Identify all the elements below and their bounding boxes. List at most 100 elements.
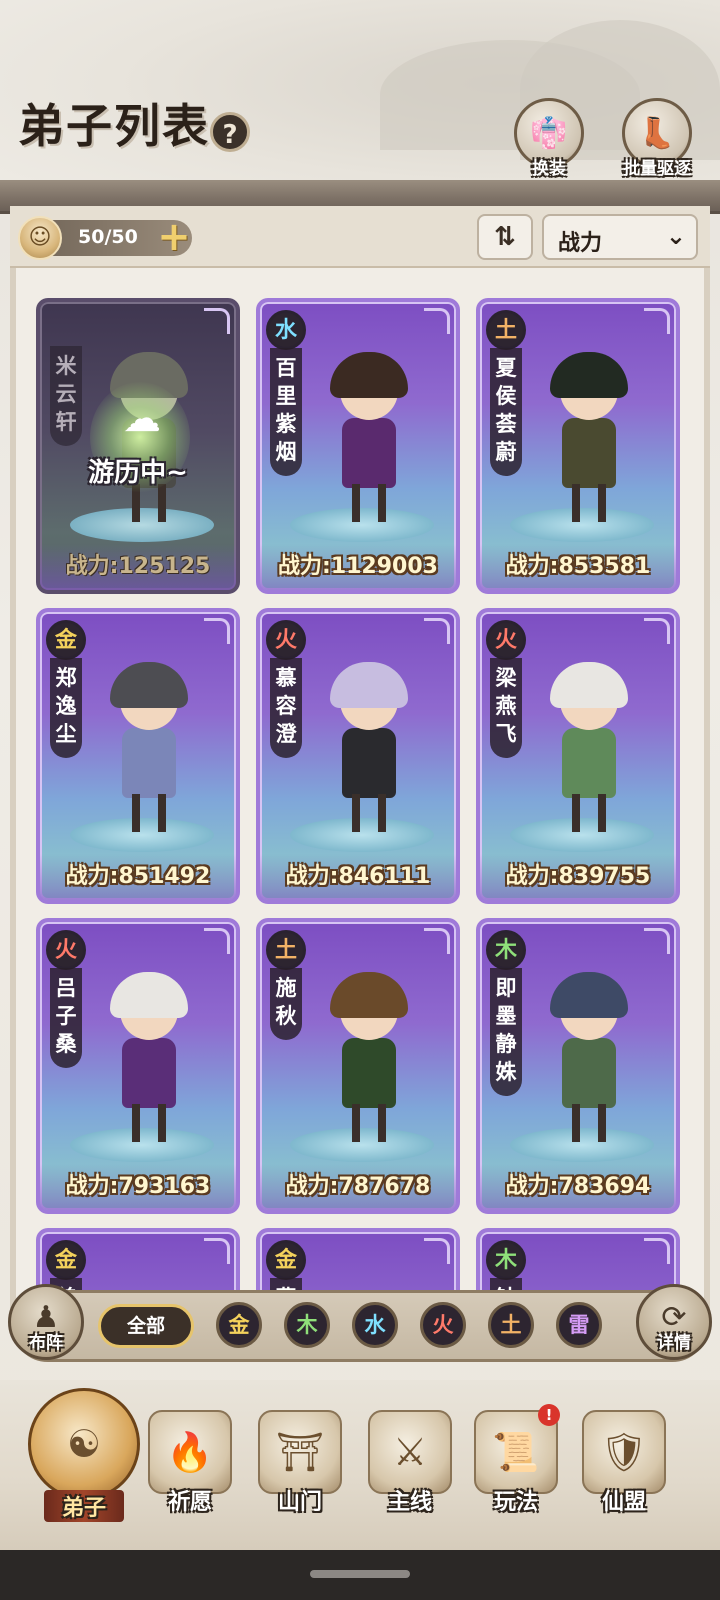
filter-wood-button[interactable]: 木: [284, 1302, 330, 1348]
nav-label: 仙盟: [601, 1490, 646, 1515]
disciple-card[interactable]: 木 即墨静姝 战力:783694: [476, 918, 680, 1214]
character-hair: [330, 662, 408, 708]
details-button[interactable]: ⟳ 详情: [636, 1284, 712, 1360]
disciple-card[interactable]: 土 施秋 战力:787678: [256, 918, 460, 1214]
card-corner-ornament: [424, 308, 450, 334]
power-value: 战力:846111: [285, 864, 431, 889]
character-portrait: [318, 352, 418, 522]
nav-disciple[interactable]: ☯ 弟子: [20, 1388, 148, 1522]
character-portrait: [318, 662, 418, 832]
card-corner-ornament: [424, 928, 450, 954]
details-label: 详情: [657, 1333, 691, 1353]
card-corner-ornament: [204, 618, 230, 644]
power-bar: 战力:853581: [480, 544, 676, 590]
card-corner-ornament: [644, 618, 670, 644]
nav-wish[interactable]: 🔥 祈愿: [140, 1410, 240, 1540]
disciple-name: 郑逸尘: [50, 658, 82, 758]
element-badge: 金: [266, 1240, 306, 1280]
nav-label: 玩法: [493, 1490, 538, 1515]
disciple-name: 梁燕飞: [490, 658, 522, 758]
home-indicator[interactable]: [310, 1570, 410, 1578]
add-capacity-plus-icon[interactable]: +: [156, 217, 192, 257]
disciple-avatar-icon: ☺: [18, 216, 62, 260]
element-badge: 土: [486, 310, 526, 350]
filter-fire-button[interactable]: 火: [420, 1302, 466, 1348]
change-outfit-button[interactable]: 👘 换装: [512, 98, 586, 179]
power-bar: 战力:839755: [480, 854, 676, 900]
nav-label: 山门: [277, 1490, 322, 1515]
character-hair: [550, 972, 628, 1018]
power-bar: 战力:1129003: [260, 544, 456, 590]
element-badge: 火: [486, 620, 526, 660]
power-bar: 战力:851492: [40, 854, 236, 900]
character-portrait: [318, 972, 418, 1142]
filter-earth-button[interactable]: 土: [488, 1302, 534, 1348]
card-corner-ornament: [644, 1238, 670, 1264]
character-legs: [352, 484, 386, 522]
disciple-card[interactable]: 火 吕子桑 战力:793163: [36, 918, 240, 1214]
element-badge: 木: [486, 930, 526, 970]
formation-icon: ♟: [32, 1300, 60, 1335]
character-portrait: [538, 662, 638, 832]
power-bar: 战力:783694: [480, 1164, 676, 1210]
disciple-card[interactable]: 水 百里紫烟 战力:1129003: [256, 298, 460, 594]
help-icon[interactable]: ?: [210, 112, 250, 152]
character-legs: [572, 1104, 606, 1142]
character-portrait: [98, 972, 198, 1142]
disciple-name: 慕容澄: [270, 658, 302, 758]
batch-expel-button[interactable]: 👢 批量驱逐: [620, 98, 694, 179]
disciple-name: 百里紫烟: [270, 348, 302, 476]
disciple-card[interactable]: 金 郑逸尘 战力:851492: [36, 608, 240, 904]
power-value: 战力:853581: [505, 554, 651, 579]
sort-order-button[interactable]: ⇅: [477, 214, 533, 260]
filter-all-button[interactable]: 全部: [98, 1304, 194, 1348]
sort-dropdown[interactable]: 战力 ⌄: [542, 214, 698, 260]
power-value: 战力:793163: [65, 1174, 211, 1199]
character-body: [342, 1038, 396, 1108]
nav-gameplay[interactable]: 📜 ! 玩法: [466, 1404, 566, 1540]
disciple-card[interactable]: 米云轩 ☁ 游历中~ 战力:125125: [36, 298, 240, 594]
power-value: 战力:851492: [65, 864, 211, 889]
element-badge: 木: [486, 1240, 526, 1280]
power-value: 战力:787678: [285, 1174, 431, 1199]
disciple-count: 50/50: [78, 226, 138, 248]
nav-alliance[interactable]: 🛡 仙盟: [574, 1410, 674, 1540]
character-body: [562, 1038, 616, 1108]
disciple-name: 吕子桑: [50, 968, 82, 1068]
card-corner-ornament: [644, 308, 670, 334]
alert-badge: !: [538, 1404, 560, 1426]
disciple-name: 施秋: [270, 968, 302, 1040]
character-legs: [132, 1104, 166, 1142]
change-outfit-label: 换装: [532, 159, 566, 179]
batch-expel-label: 批量驱逐: [623, 159, 691, 179]
character-hair: [330, 972, 408, 1018]
nav-label: 弟子: [43, 1490, 124, 1522]
character-hair: [110, 662, 188, 708]
character-hair: [110, 972, 188, 1018]
page-title: 弟子列表: [18, 99, 210, 153]
nav-gate[interactable]: ⛩ 山门: [250, 1410, 350, 1540]
character-hair: [550, 662, 628, 708]
filter-thunder-button[interactable]: 雷: [556, 1302, 602, 1348]
card-corner-ornament: [424, 618, 450, 644]
power-value: 战力:783694: [505, 1174, 651, 1199]
formation-button[interactable]: ♟ 布阵: [8, 1284, 84, 1360]
disciple-icon: ☯: [28, 1388, 140, 1500]
element-badge: 火: [266, 620, 306, 660]
disciple-name: 米云轩: [50, 346, 82, 446]
character-body: [562, 418, 616, 488]
disciple-grid: 米云轩 ☁ 游历中~ 战力:125125 水 百里紫烟 战力:1129003 土…: [10, 268, 710, 1320]
nav-main-quest[interactable]: ⚔ 主线: [360, 1410, 460, 1540]
disciple-card[interactable]: 火 慕容澄 战力:846111: [256, 608, 460, 904]
character-legs: [352, 1104, 386, 1142]
character-body: [122, 728, 176, 798]
character-portrait: [538, 352, 638, 522]
character-hair: [330, 352, 408, 398]
filter-water-button[interactable]: 水: [352, 1302, 398, 1348]
refresh-icon: ⟳: [661, 1300, 687, 1335]
disciple-card[interactable]: 土 夏侯荟蔚 战力:853581: [476, 298, 680, 594]
disciple-card[interactable]: 火 梁燕飞 战力:839755: [476, 608, 680, 904]
traveling-status: 游历中~: [88, 458, 188, 488]
card-corner-ornament: [424, 1238, 450, 1264]
filter-metal-button[interactable]: 金: [216, 1302, 262, 1348]
